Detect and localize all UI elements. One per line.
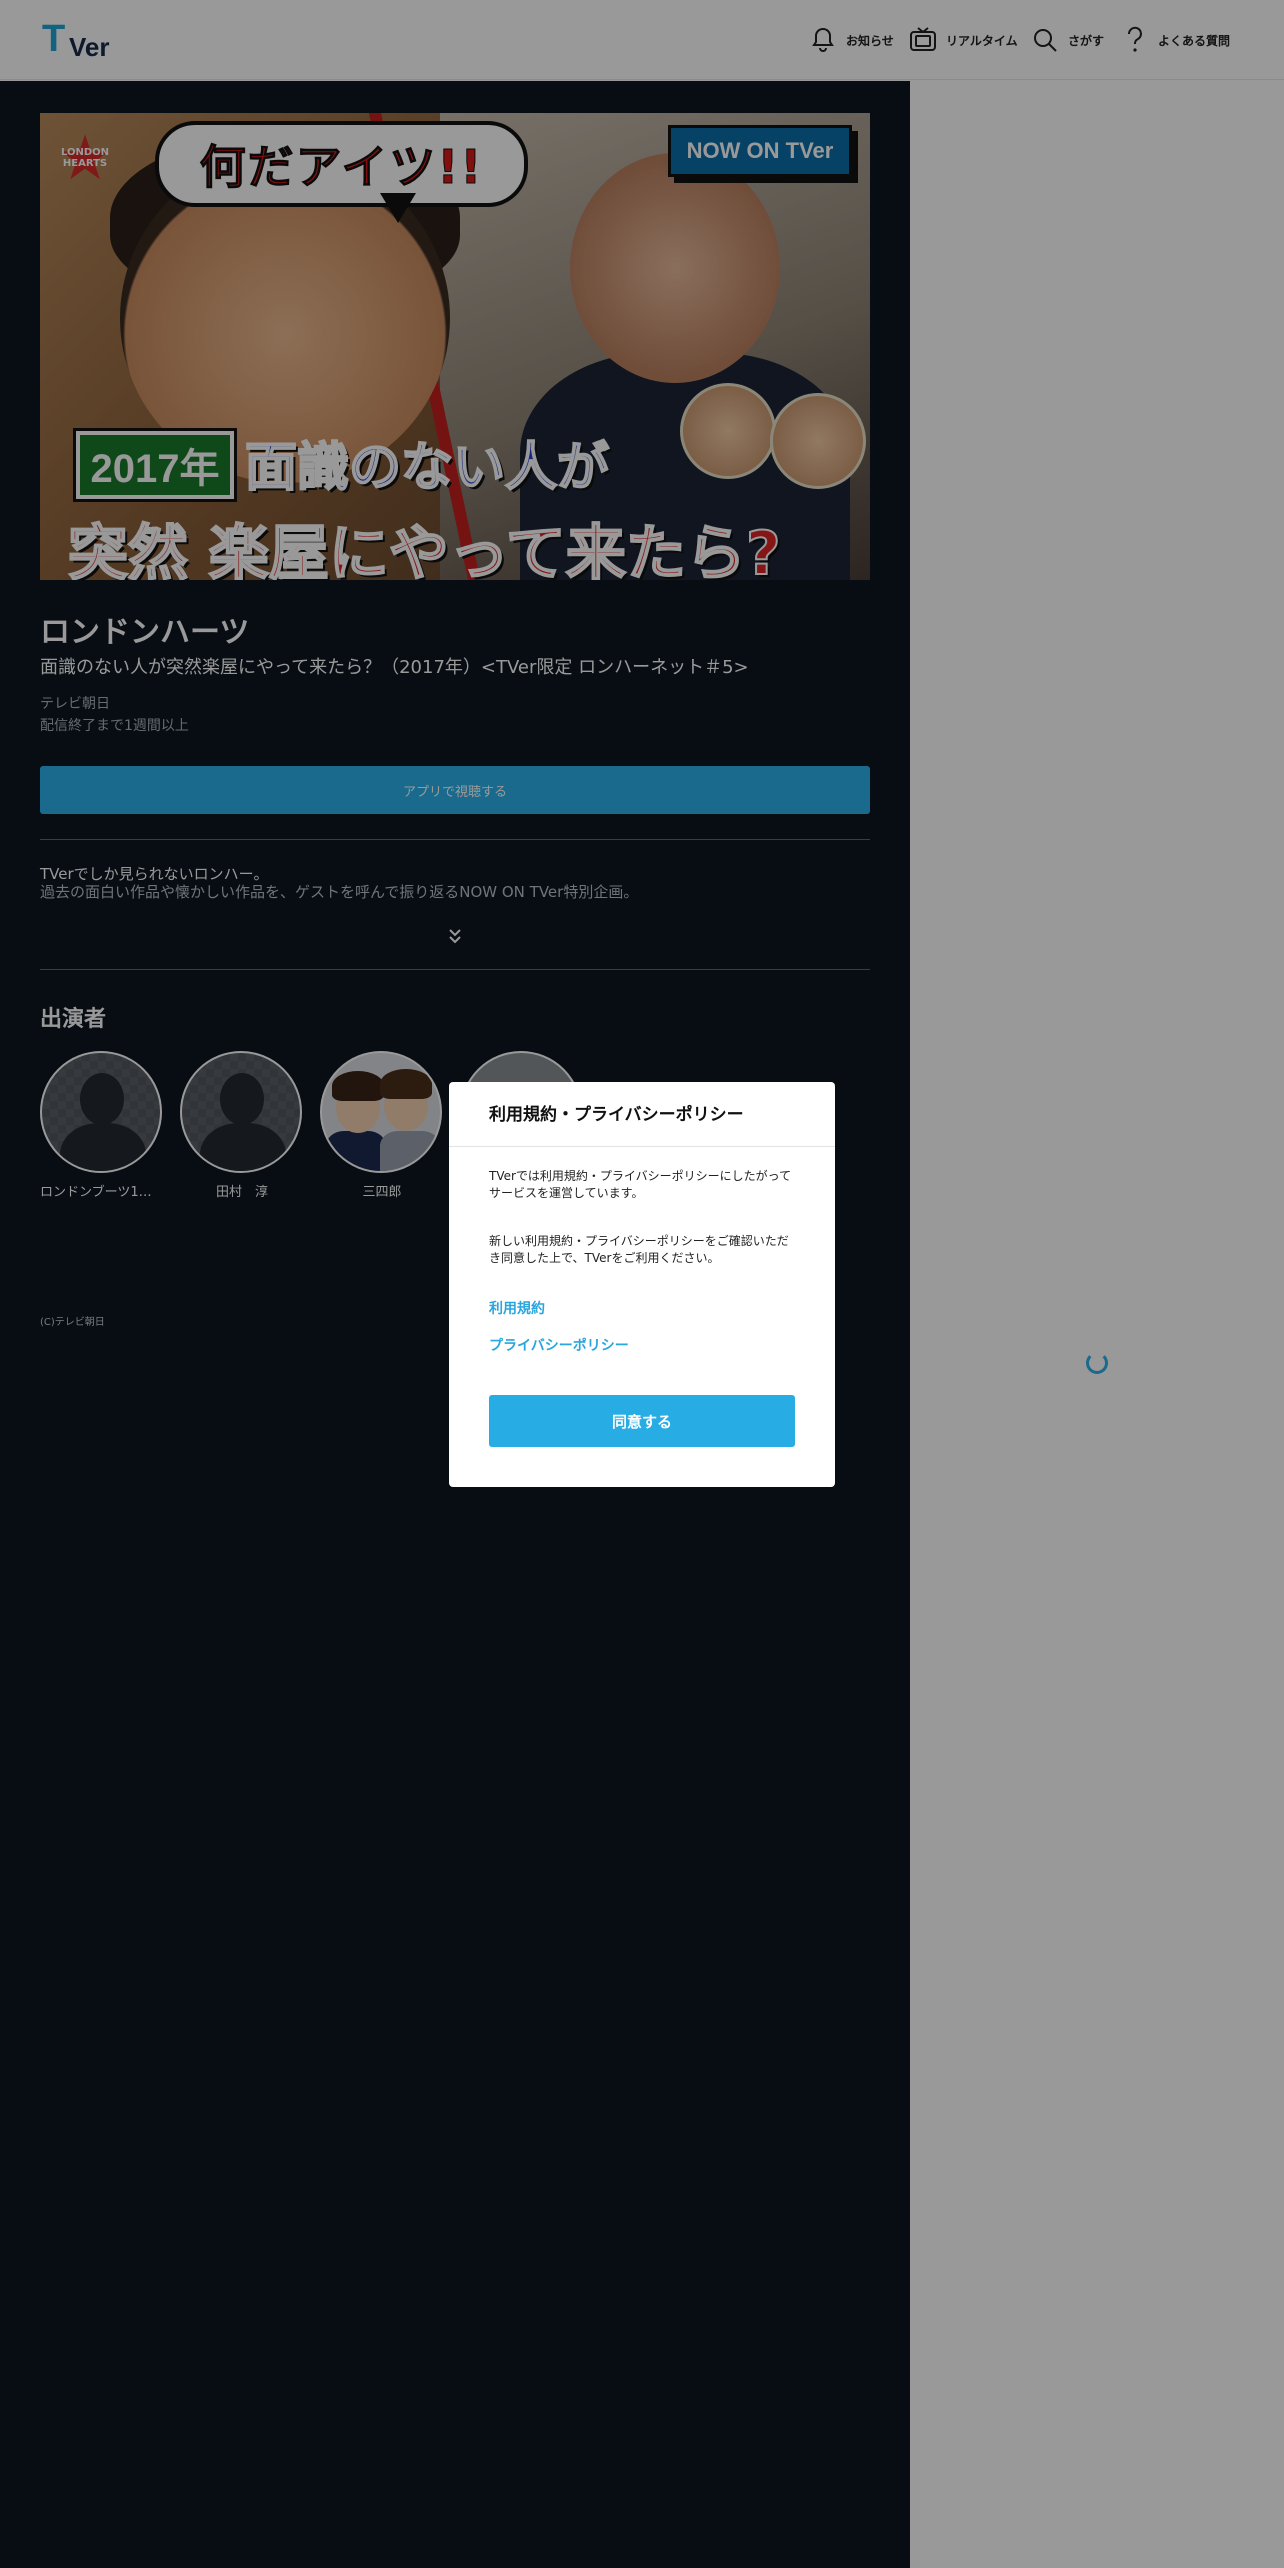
privacy-policy-link[interactable]: プライバシーポリシー: [489, 1335, 629, 1355]
terms-modal: 利用規約・プライバシーポリシー TVerでは利用規約・プライバシーポリシーにした…: [449, 1082, 835, 1487]
modal-divider: [449, 1146, 835, 1147]
terms-link[interactable]: 利用規約: [489, 1298, 545, 1318]
modal-title: 利用規約・プライバシーポリシー: [489, 1105, 744, 1125]
agree-button[interactable]: 同意する: [489, 1395, 795, 1447]
modal-paragraph2: 新しい利用規約・プライバシーポリシーをご確認いただき同意した上で、TVerをご利…: [489, 1234, 789, 1265]
modal-paragraph1: TVerでは利用規約・プライバシーポリシーにしたがってサービスを運営しています。: [489, 1169, 792, 1200]
